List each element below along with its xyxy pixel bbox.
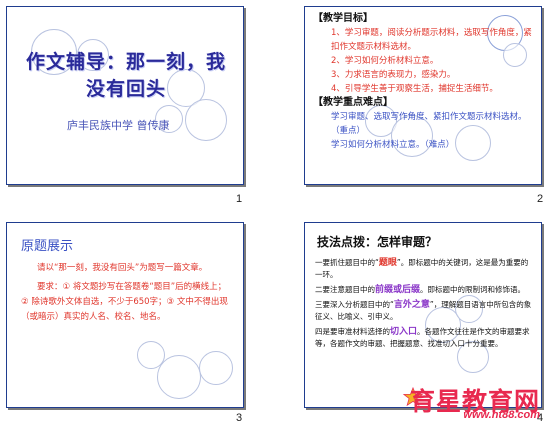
goal-heading: 【教学目标】: [313, 13, 373, 24]
slide-number: 1: [236, 193, 243, 205]
slide-body: 【教学目标】 1、学习审题，阅读分析题示材料，选取写作角度，紧扣作文题示材料选材…: [313, 12, 535, 152]
key-item: 学习如何分析材料立意。（难点）: [331, 140, 455, 150]
slide-thumbnail-3[interactable]: 原题展示 请以“那一刻，我没有回头”为题写一篇文章。 要求：① 将文题抄写在答题…: [6, 222, 244, 408]
goal-item: 1、学习审题，阅读分析题示材料，选取写作角度，紧扣作文题示材料选材。: [331, 28, 532, 52]
step-highlight: 题眼: [378, 258, 397, 268]
step-text: 四是要审准材料选择的: [315, 327, 390, 336]
step-highlight: 言外之意: [393, 300, 430, 310]
step-text: 二要注意题目中的: [315, 285, 375, 294]
key-item: 学习审题、选取写作角度、紧扣作文题示材料选材。（重点）: [331, 112, 527, 136]
step-highlight: 切入口: [390, 327, 418, 337]
step-item: 二要注意题目中的前缀或后缀。即标题中的限制词和修饰语。: [315, 284, 535, 296]
slide-subtitle: 庐丰民族中学 曾传康: [67, 119, 170, 132]
slide-thumbnail-4[interactable]: 技法点拨：怎样审题？ 一要抓住题目中的“题眼”。即标题中的关键词，这是最为重要的…: [304, 222, 542, 408]
step-item: 四是要审准材料选择的切入口。各题作文往往是作文的审题要求等，各题作文的审题、把握…: [315, 326, 535, 350]
key-heading: 【教学重点难点】: [313, 97, 393, 108]
goal-item: 3、力求语言的表现力，感染力。: [331, 70, 456, 80]
step-item: 一要抓住题目中的“题眼”。即标题中的关键词，这是最为重要的一环。: [315, 257, 535, 281]
slide-body: 请以“那一刻，我没有回头”为题写一篇文章。 要求：① 将文题抄写在答题卷“题目”…: [21, 261, 231, 325]
prompt-paragraph: 请以“那一刻，我没有回头”为题写一篇文章。: [37, 263, 208, 273]
slide-number: 3: [236, 412, 243, 424]
slide-body: 一要抓住题目中的“题眼”。即标题中的关键词，这是最为重要的一环。 二要注意题目中…: [315, 257, 535, 353]
slide-thumbnail-1[interactable]: 作文辅导：那一刻，我没有回头 庐丰民族中学 曾传康: [6, 6, 244, 185]
goal-item: 2、学习如何分析材料立意。: [331, 56, 439, 66]
decor-circle: [199, 351, 233, 385]
step-highlight: 前缀或后缀: [375, 285, 421, 295]
slide-thumbnail-2[interactable]: 【教学目标】 1、学习审题，阅读分析题示材料，选取写作角度，紧扣作文题示材料选材…: [304, 6, 542, 185]
slide-title: 原题展示: [21, 239, 74, 254]
decor-circle: [157, 355, 201, 399]
goal-item: 4、引导学生善于观察生活，捕捉生活细节。: [331, 84, 498, 94]
step-text: 。即标题中的限制词和修饰语。: [420, 285, 526, 294]
slide-number: 2: [537, 193, 544, 205]
step-item: 三要深入分析题目中的“言外之意”，理解题目语言中所包含的象征义、比喻义、引申义。: [315, 299, 535, 323]
slide-title: 技法点拨：怎样审题？: [317, 235, 438, 249]
watermark-url: www.ht88.com: [463, 409, 540, 421]
requirements-paragraph: 要求：① 将文题抄写在答题卷“题目”后的横线上；② 除诗歌外文体自选，不少于65…: [21, 282, 228, 322]
step-text: 三要深入分析题目中的“: [315, 300, 394, 309]
slide-title: 作文辅导：那一刻，我没有回头: [25, 51, 226, 100]
step-text: 一要抓住题目中的“: [315, 258, 379, 267]
